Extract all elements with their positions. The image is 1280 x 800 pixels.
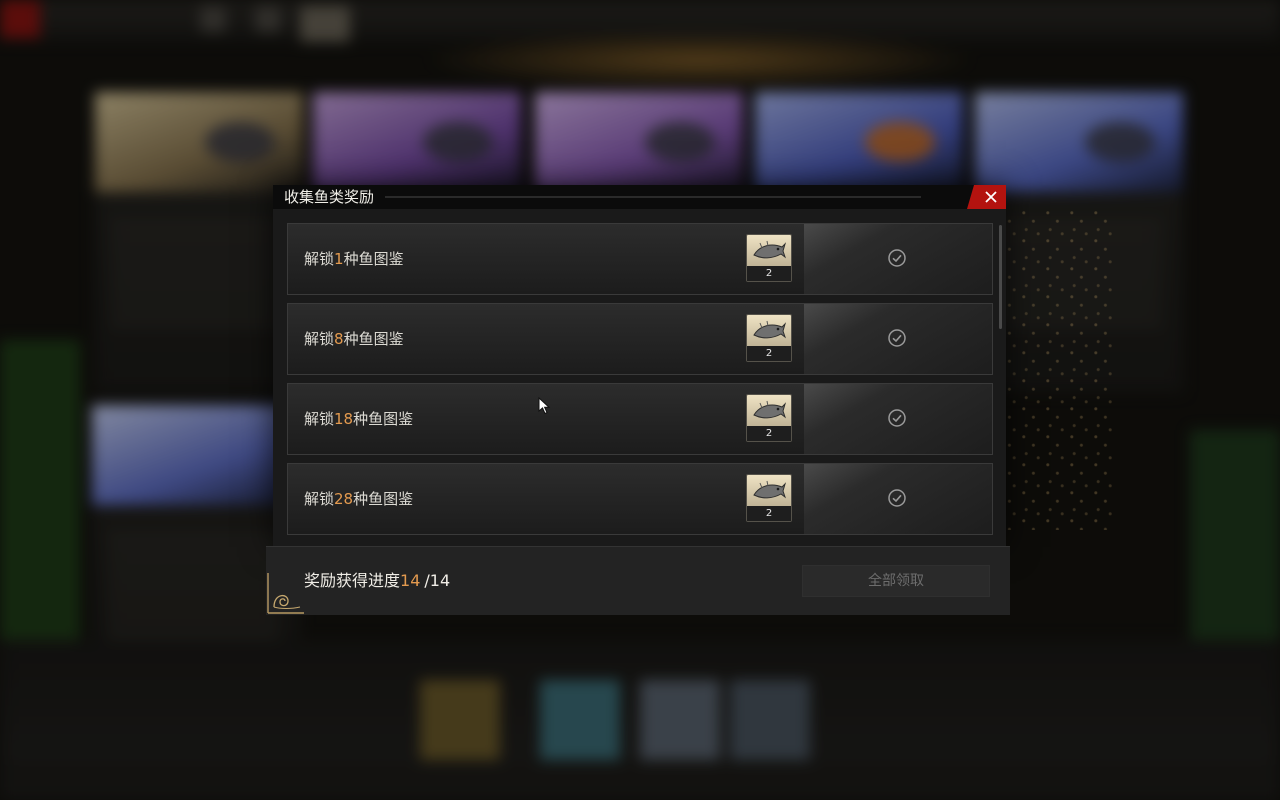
unlock-count: 28 xyxy=(334,490,354,508)
reward-item[interactable]: 2 xyxy=(746,234,792,282)
list-scrollbar[interactable] xyxy=(999,225,1002,329)
claim-all-button[interactable]: 全部领取 xyxy=(802,565,990,597)
row-label: 解锁1种鱼图鉴 xyxy=(304,250,404,268)
row-label: 解锁8种鱼图鉴 xyxy=(304,330,404,348)
header-divider xyxy=(385,196,921,198)
unlock-count: 8 xyxy=(334,330,344,348)
ornament-icon xyxy=(267,573,304,614)
progress-current: 14 xyxy=(400,571,421,590)
reward-item[interactable]: 2 xyxy=(746,394,792,442)
claim-button[interactable] xyxy=(804,384,992,454)
row-label: 解锁18种鱼图鉴 xyxy=(304,410,414,428)
claim-button[interactable] xyxy=(804,464,992,534)
reward-row: 解锁8种鱼图鉴 2 xyxy=(287,303,993,375)
row-label: 解锁28种鱼图鉴 xyxy=(304,490,414,508)
dialog-title: 收集鱼类奖励 xyxy=(284,188,375,206)
fish-lure-icon xyxy=(753,320,786,339)
check-circle-icon xyxy=(888,249,906,267)
fish-lure-icon xyxy=(753,240,786,259)
reward-row: 解锁28种鱼图鉴 2 xyxy=(287,463,993,535)
unlock-count: 1 xyxy=(334,250,344,268)
fish-lure-icon xyxy=(753,480,786,499)
progress-total: /14 xyxy=(424,571,451,590)
mouse-cursor-icon xyxy=(538,397,551,415)
close-icon xyxy=(985,191,997,203)
claim-button[interactable] xyxy=(804,304,992,374)
game-screen: 收集鱼类奖励 解锁1种鱼图鉴 2 解锁8种鱼图鉴 2 解锁18种鱼图鉴 2 解锁… xyxy=(0,0,1280,800)
check-circle-icon xyxy=(888,409,906,427)
dialog-header: 收集鱼类奖励 xyxy=(273,185,1006,209)
fish-collection-reward-dialog: 收集鱼类奖励 解锁1种鱼图鉴 2 解锁8种鱼图鉴 2 解锁18种鱼图鉴 2 解锁… xyxy=(273,185,1006,547)
fish-lure-icon xyxy=(753,400,786,419)
reward-quantity: 2 xyxy=(747,426,791,441)
reward-item[interactable]: 2 xyxy=(746,474,792,522)
reward-row: 解锁1种鱼图鉴 2 xyxy=(287,223,993,295)
check-circle-icon xyxy=(888,329,906,347)
unlock-count: 18 xyxy=(334,410,354,428)
reward-quantity: 2 xyxy=(747,346,791,361)
reward-quantity: 2 xyxy=(747,266,791,281)
claim-button[interactable] xyxy=(804,224,992,294)
reward-progress: 奖励获得进度14/14 xyxy=(304,571,451,590)
close-button[interactable] xyxy=(967,185,1006,209)
sparkle-particles xyxy=(995,210,1115,530)
reward-row: 解锁18种鱼图鉴 2 xyxy=(287,383,993,455)
check-circle-icon xyxy=(888,489,906,507)
reward-item[interactable]: 2 xyxy=(746,314,792,362)
reward-quantity: 2 xyxy=(747,506,791,521)
dialog-footer: 奖励获得进度14/14 全部领取 xyxy=(266,546,1010,615)
